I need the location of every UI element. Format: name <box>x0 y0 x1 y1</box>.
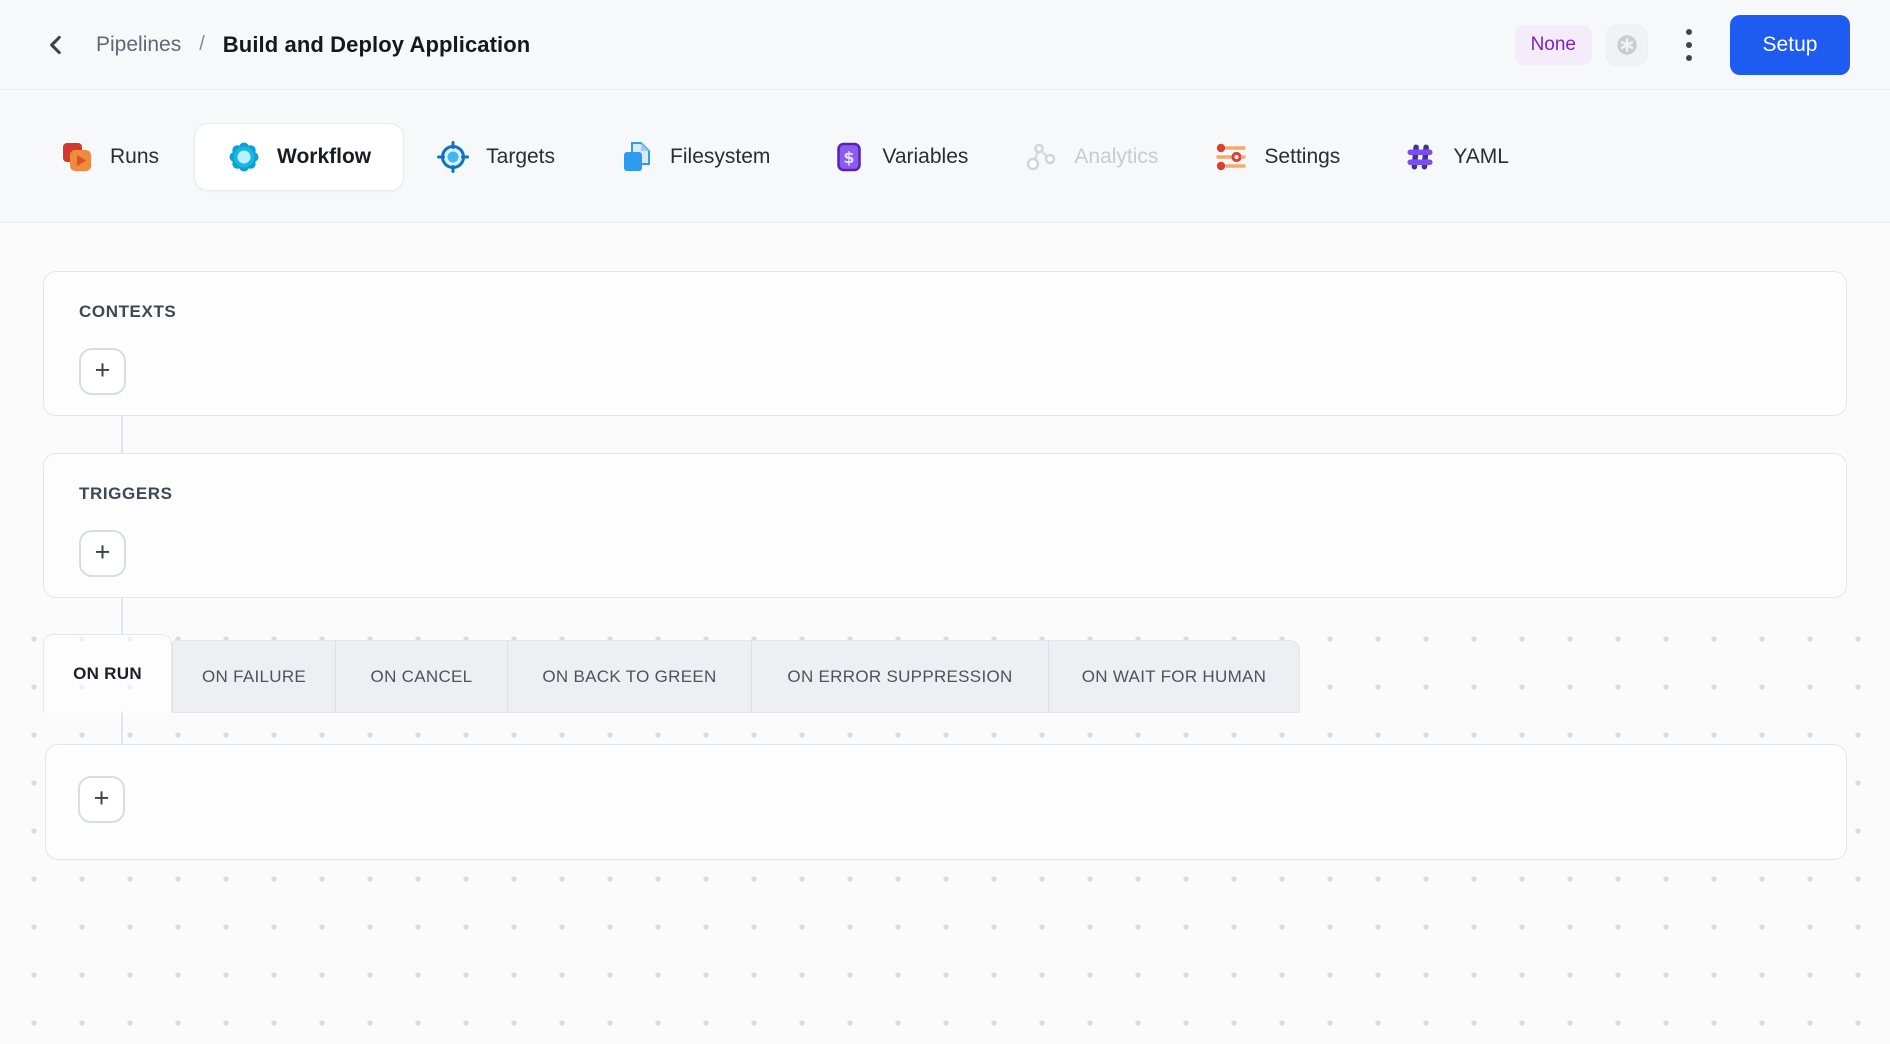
event-tab-on-error-suppression[interactable]: ON ERROR SUPPRESSION <box>751 641 1048 712</box>
add-trigger-button[interactable]: + <box>79 530 126 577</box>
plus-icon: + <box>94 536 111 567</box>
contexts-panel: CONTEXTS + <box>43 271 1847 416</box>
tab-workflow[interactable]: Workflow <box>194 122 405 191</box>
header: Pipelines / Build and Deploy Application… <box>0 0 1890 90</box>
event-tab-on-run[interactable]: ON RUN <box>43 634 172 713</box>
event-tab-on-wait-for-human[interactable]: ON WAIT FOR HUMAN <box>1048 641 1299 712</box>
triggers-panel: TRIGGERS + <box>43 453 1847 598</box>
event-tab-label: ON CANCEL <box>370 666 473 686</box>
tab-variables[interactable]: $ Variables <box>832 140 968 174</box>
event-tab-label: ON RUN <box>73 664 142 683</box>
page-title: Build and Deploy Application <box>222 31 531 57</box>
tab-label: Analytics <box>1074 144 1159 168</box>
yaml-icon <box>1407 144 1433 169</box>
event-tab-label: ON ERROR SUPPRESSION <box>787 666 1013 686</box>
plus-icon: + <box>93 782 110 813</box>
header-actions: None Setup <box>1514 14 1850 75</box>
back-icon <box>50 35 61 54</box>
filesystem-icon <box>624 141 651 171</box>
tab-runs[interactable]: Runs <box>60 140 159 174</box>
svg-text:$: $ <box>844 148 855 167</box>
event-tabs: ON FAILURE ON CANCEL ON BACK TO GREEN ON… <box>172 640 1300 713</box>
tab-label: Settings <box>1264 144 1341 168</box>
connector-line <box>121 416 123 453</box>
tab-label: Variables <box>882 144 969 168</box>
contexts-label: CONTEXTS <box>79 302 177 321</box>
event-tab-on-back-to-green[interactable]: ON BACK TO GREEN <box>507 641 751 712</box>
pipeline-editor: Pipelines / Build and Deploy Application… <box>0 0 1890 1044</box>
more-menu-button[interactable] <box>1676 23 1702 67</box>
tab-yaml[interactable]: YAML <box>1403 140 1509 174</box>
steps-panel: + <box>45 744 1847 860</box>
connector-line <box>121 711 123 745</box>
tab-settings[interactable]: Settings <box>1214 140 1340 174</box>
event-tab-label: ON FAILURE <box>201 666 307 686</box>
workflow-icon <box>229 142 259 171</box>
tab-targets[interactable]: Targets <box>436 140 555 174</box>
targets-icon <box>437 140 470 173</box>
setup-button[interactable]: Setup <box>1730 14 1850 75</box>
breadcrumb-separator: / <box>199 33 205 55</box>
add-step-button[interactable]: + <box>78 776 125 823</box>
variables-icon: $ <box>837 142 862 171</box>
asterisk-icon <box>1617 34 1637 55</box>
analytics-icon <box>1027 143 1056 170</box>
tab-label: Targets <box>486 144 556 168</box>
runs-icon <box>63 142 91 171</box>
kebab-icon <box>1686 28 1692 35</box>
back-button[interactable] <box>38 27 74 63</box>
event-tab-label: ON BACK TO GREEN <box>542 666 717 686</box>
tab-label: Workflow <box>277 144 372 168</box>
plus-icon: + <box>94 354 111 385</box>
settings-icon <box>1216 143 1247 170</box>
event-tab-on-failure[interactable]: ON FAILURE <box>173 641 335 712</box>
connector-line <box>121 598 123 635</box>
tab-analytics: Analytics <box>1024 140 1158 174</box>
tab-label: YAML <box>1453 144 1509 168</box>
workflow-canvas: CONTEXTS + TRIGGERS + ON RUN ON FAILURE … <box>0 224 1890 1044</box>
triggers-label: TRIGGERS <box>79 484 173 503</box>
status-badge[interactable]: None <box>1514 24 1592 65</box>
breadcrumb: Pipelines / Build and Deploy Application <box>96 32 530 58</box>
main-tabs: Runs Workflow Targets Filesystem $ Varia… <box>0 91 1890 223</box>
add-context-button[interactable]: + <box>79 348 126 395</box>
event-tab-label: ON WAIT FOR HUMAN <box>1081 666 1267 686</box>
tab-label: Runs <box>110 144 160 168</box>
tab-label: Filesystem <box>670 144 771 168</box>
breadcrumb-pipelines[interactable]: Pipelines <box>96 33 181 57</box>
event-tab-on-cancel[interactable]: ON CANCEL <box>335 641 507 712</box>
tab-filesystem[interactable]: Filesystem <box>620 140 770 174</box>
asterisk-chip-button[interactable] <box>1606 23 1648 66</box>
